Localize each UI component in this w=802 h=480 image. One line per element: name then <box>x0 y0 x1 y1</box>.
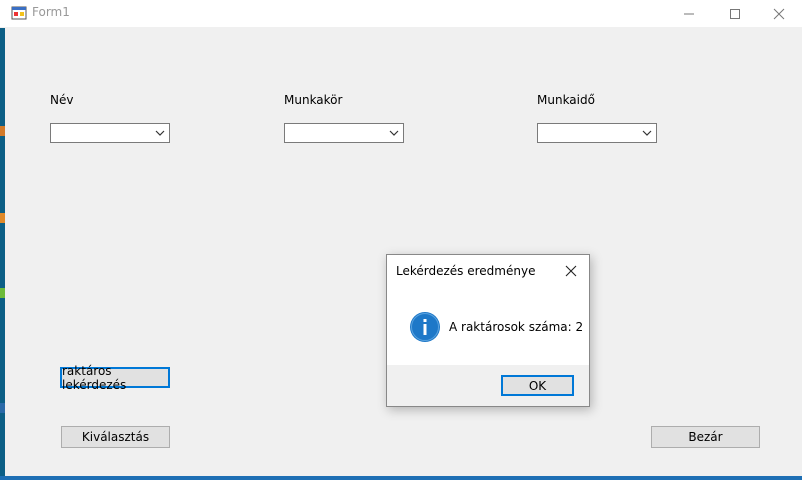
dialog-message-area: A raktárosok száma: 2 <box>387 287 589 365</box>
chevron-down-icon <box>155 130 165 136</box>
job-label: Munkakör <box>284 93 343 107</box>
name-combobox[interactable] <box>50 123 170 143</box>
chevron-down-icon <box>389 130 399 136</box>
worktime-label: Munkaidő <box>537 93 595 107</box>
warehouse-query-button[interactable]: raktáros lekérdezés <box>60 364 170 392</box>
maximize-button[interactable] <box>712 0 758 27</box>
close-window-button[interactable] <box>756 0 802 27</box>
form-bottom-border <box>0 476 802 480</box>
info-icon <box>410 312 440 342</box>
job-combobox[interactable] <box>284 123 404 143</box>
dialog-message: A raktárosok száma: 2 <box>449 320 584 334</box>
dialog-title: Lekérdezés eredménye <box>396 264 536 278</box>
message-box-dialog: Lekérdezés eredménye A raktárosok száma:… <box>386 254 590 407</box>
select-button[interactable]: Kiválasztás <box>61 426 170 448</box>
worktime-combobox[interactable] <box>537 123 657 143</box>
dialog-close-button[interactable] <box>559 261 583 281</box>
form-client-area: Név Munkakör Munkaidő raktáros lekérdezé… <box>5 27 802 476</box>
minimize-icon <box>684 13 694 14</box>
close-icon <box>565 265 577 277</box>
ok-button[interactable]: OK <box>501 375 574 396</box>
minimize-button[interactable] <box>666 0 712 27</box>
title-bar: Form1 <box>0 0 802 27</box>
close-icon <box>773 8 785 19</box>
dialog-footer: OK <box>387 365 589 406</box>
chevron-down-icon <box>642 130 652 136</box>
maximize-icon <box>730 8 740 19</box>
close-form-button[interactable]: Bezár <box>651 426 760 448</box>
window-title: Form1 <box>32 5 70 19</box>
name-label: Név <box>50 93 74 107</box>
form-app-icon <box>11 6 27 20</box>
